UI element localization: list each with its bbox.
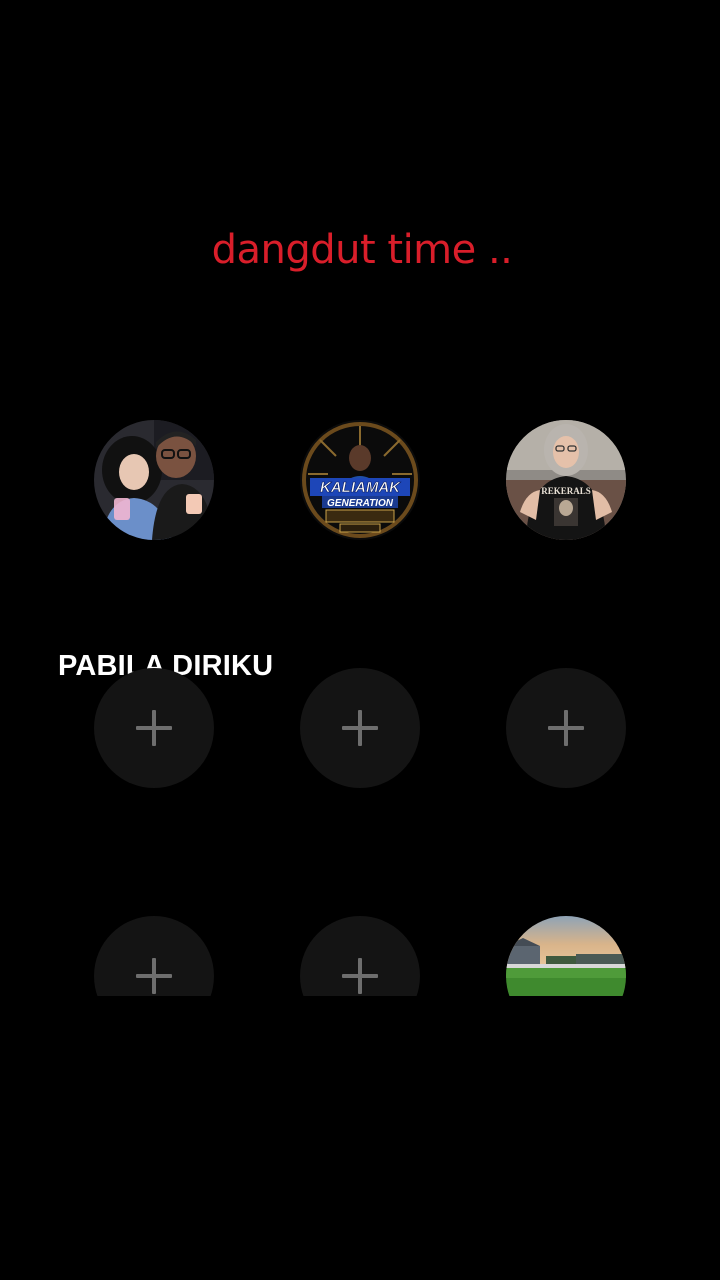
caption-text: dangdut time ..: [211, 227, 513, 273]
screen: dangdut time .. KALIAMAK GENERATION REKE…: [0, 0, 720, 1280]
plus-icon: [342, 958, 378, 994]
logo-text-line2: GENERATION: [327, 498, 394, 509]
add-slot-button[interactable]: [94, 916, 214, 996]
kaliamak-generation-logo: KALIAMAK GENERATION: [300, 420, 420, 540]
bottom-row: [0, 900, 720, 996]
plus-icon: [136, 958, 172, 994]
landscape-photo-avatar: [506, 916, 626, 996]
logo-text-line1: KALIAMAK: [320, 479, 401, 496]
plus-icon: [136, 710, 172, 746]
avatar-slot-couple[interactable]: [94, 420, 214, 540]
couple-photo-avatar: [94, 420, 214, 540]
shirt-text: REKERALS: [541, 486, 591, 496]
add-slot-button[interactable]: [300, 916, 420, 996]
add-slot-button[interactable]: [300, 668, 420, 788]
avatar-slot-kaliamak[interactable]: KALIAMAK GENERATION: [300, 420, 420, 540]
woman-hijab-photo-avatar: REKERALS: [506, 420, 626, 540]
plus-icon: [342, 710, 378, 746]
add-slot-button[interactable]: [94, 668, 214, 788]
avatar-slot-landscape[interactable]: [506, 916, 626, 996]
avatar-slot-woman[interactable]: REKERALS: [506, 420, 626, 540]
plus-icon: [548, 710, 584, 746]
add-slot-button[interactable]: [506, 668, 626, 788]
